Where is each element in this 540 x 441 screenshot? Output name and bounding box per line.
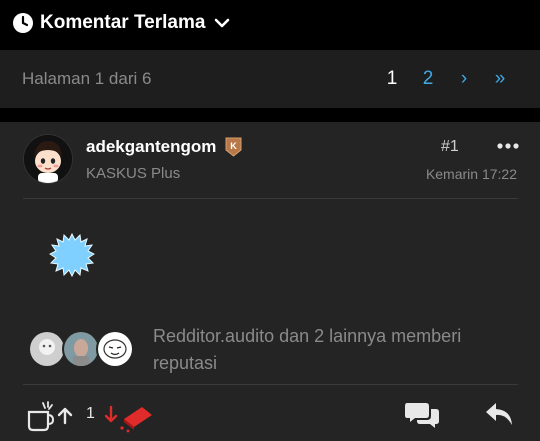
rep-avatar-1: [28, 330, 66, 368]
page-current: 1: [386, 68, 398, 89]
next-page-link[interactable]: ›: [452, 68, 476, 90]
avatar[interactable]: [23, 134, 73, 184]
cendol-icon[interactable]: [26, 400, 54, 432]
downvote-bata-icon[interactable]: [104, 403, 154, 433]
reply-comments-icon[interactable]: [404, 399, 440, 429]
kaskus-plus-badge-icon: K: [225, 137, 242, 157]
page-info: Halaman 1 dari 6: [22, 69, 152, 88]
rep-avatar-2: [62, 330, 100, 368]
sort-label: Komentar Terlama: [40, 12, 206, 33]
vote-count: 1: [86, 405, 95, 422]
upvote-icon[interactable]: [56, 407, 74, 425]
chevron-down-icon: [215, 18, 230, 28]
divider: [23, 384, 518, 385]
reply-icon[interactable]: [484, 401, 514, 427]
rep-avatar-3: [96, 330, 134, 368]
user-title: KASKUS Plus: [86, 165, 181, 182]
timestamp: Kemarin 17:22: [425, 166, 517, 182]
sort-selector[interactable]: Komentar Terlama: [0, 0, 540, 46]
reputation-text[interactable]: Redditor.audito dan 2 lainnya memberi re…: [153, 323, 483, 377]
avatar-image: [24, 135, 72, 183]
reputation-avatars[interactable]: [28, 330, 138, 368]
more-options-icon[interactable]: [497, 140, 519, 152]
post-number: #1: [441, 138, 459, 155]
username[interactable]: adekgantengom: [86, 137, 216, 157]
page-2-link[interactable]: 2: [416, 68, 440, 90]
last-page-link[interactable]: »: [488, 68, 512, 90]
sticker-image: [49, 232, 95, 278]
divider: [23, 198, 518, 199]
action-bar: 1: [0, 395, 540, 441]
svg-text:K: K: [230, 141, 237, 151]
comment-card: adekgantengom K KASKUS Plus #1 Kemarin 1…: [0, 122, 540, 441]
pagination: Halaman 1 dari 6 1 2 › »: [0, 50, 540, 108]
clock-icon: [13, 13, 33, 33]
